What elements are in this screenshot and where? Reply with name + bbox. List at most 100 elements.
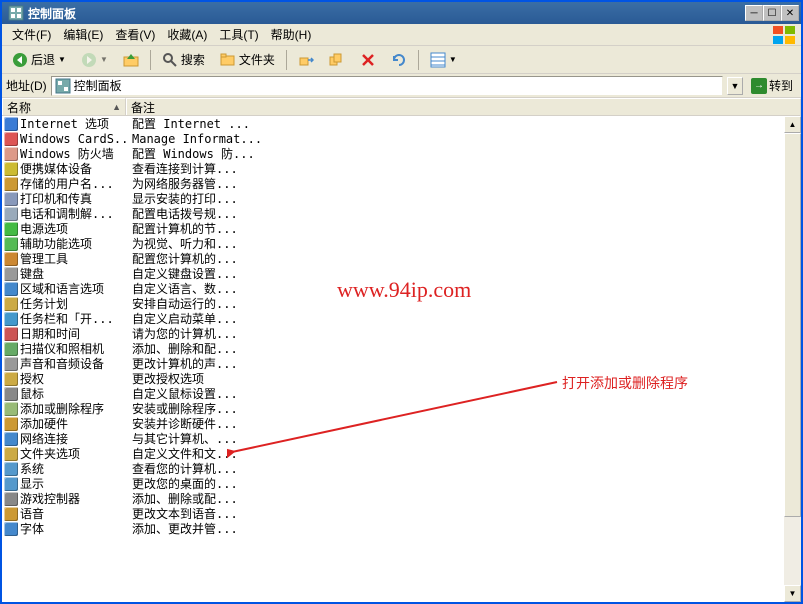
item-icon [2,507,20,521]
list-item[interactable]: 添加硬件安装并诊断硬件... [2,416,784,431]
list-item[interactable]: 显示更改您的桌面的... [2,476,784,491]
control-panel-icon [8,5,24,21]
undo-icon [391,52,407,68]
folders-button[interactable]: 文件夹 [214,49,281,71]
undo-button[interactable] [385,49,413,71]
toolbar-separator [418,50,419,70]
list-item[interactable]: 文件夹选项自定义文件和文... [2,446,784,461]
toolbar-separator [150,50,151,70]
menu-edit[interactable]: 编辑(E) [57,24,109,45]
item-icon [2,207,20,221]
forward-button[interactable]: ▼ [75,49,114,71]
window-buttons: ─ ☐ ✕ [745,5,799,21]
list-item[interactable]: 任务栏和「开...自定义启动菜单... [2,311,784,326]
list-item[interactable]: 任务计划安排自动运行的... [2,296,784,311]
list-item[interactable]: 日期和时间请为您的计算机... [2,326,784,341]
list-item[interactable]: 电话和调制解...配置电话拨号规... [2,206,784,221]
list-item[interactable]: 存储的用户名...为网络服务器管... [2,176,784,191]
delete-button[interactable] [354,49,382,71]
list-item[interactable]: 授权更改授权选项 [2,371,784,386]
scroll-up-button[interactable]: ▲ [784,116,801,133]
list-item[interactable]: 区域和语言选项自定义语言、数... [2,281,784,296]
move-button[interactable] [292,49,320,71]
control-panel-window: 控制面板 ─ ☐ ✕ 文件(F) 编辑(E) 查看(V) 收藏(A) 工具(T)… [0,0,803,604]
address-input[interactable]: 控制面板 [51,76,723,96]
item-icon [2,522,20,536]
item-desc: Manage Informat... [126,132,784,146]
back-icon [12,52,28,68]
copy-button[interactable] [323,49,351,71]
list-item[interactable]: Internet 选项配置 Internet ... [2,116,784,131]
scroll-thumb[interactable] [784,133,801,517]
delete-icon [360,52,376,68]
address-label: 地址(D) [6,77,47,94]
views-icon [430,52,446,68]
minimize-button[interactable]: ─ [745,5,763,21]
chevron-down-icon: ▼ [100,55,108,64]
maximize-button[interactable]: ☐ [763,5,781,21]
list-item[interactable]: 管理工具配置您计算机的... [2,251,784,266]
list-item[interactable]: 游戏控制器添加、删除或配... [2,491,784,506]
list-item[interactable]: 网络连接与其它计算机、... [2,431,784,446]
menu-tools[interactable]: 工具(T) [213,24,264,45]
list-item[interactable]: 鼠标自定义鼠标设置... [2,386,784,401]
item-icon [2,132,20,146]
forward-icon [81,52,97,68]
item-icon [2,402,20,416]
menu-file[interactable]: 文件(F) [6,24,57,45]
list-item[interactable]: 声音和音频设备更改计算机的声... [2,356,784,371]
up-button[interactable] [117,49,145,71]
up-folder-icon [123,52,139,68]
go-button[interactable]: → 转到 [747,76,797,96]
scroll-track[interactable] [784,133,801,585]
back-label: 后退 [31,51,55,68]
folders-label: 文件夹 [239,51,275,68]
vertical-scrollbar[interactable]: ▲ ▼ [784,116,801,602]
item-icon [2,117,20,131]
item-icon [2,147,20,161]
list-item[interactable]: 键盘自定义键盘设置... [2,266,784,281]
window-title: 控制面板 [28,5,745,22]
scroll-down-button[interactable]: ▼ [784,585,801,602]
list-item[interactable]: Windows CardS...Manage Informat... [2,131,784,146]
chevron-down-icon: ▼ [449,55,457,64]
toolbar: 后退 ▼ ▼ 搜索 文件夹 ▼ [2,46,801,74]
menu-favorites[interactable]: 收藏(A) [161,24,213,45]
list-item[interactable]: 语音更改文本到语音... [2,506,784,521]
item-desc: 配置 Internet ... [126,116,784,132]
column-name-label: 名称 [7,99,31,116]
list-item[interactable]: 电源选项配置计算机的节... [2,221,784,236]
item-icon [2,342,20,356]
sort-asc-icon: ▲ [112,102,121,112]
menu-view[interactable]: 查看(V) [109,24,161,45]
addressbar: 地址(D) 控制面板 ▼ → 转到 [2,74,801,98]
item-desc: 添加、更改并管... [126,520,784,537]
go-label: 转到 [769,77,793,94]
views-button[interactable]: ▼ [424,49,463,71]
search-button[interactable]: 搜索 [156,49,211,71]
list-item[interactable]: 字体添加、更改并管... [2,521,784,536]
list-item[interactable]: Windows 防火墙配置 Windows 防... [2,146,784,161]
close-button[interactable]: ✕ [781,5,799,21]
column-header-desc[interactable]: 备注 [126,98,801,115]
item-icon [2,162,20,176]
column-desc-label: 备注 [131,99,155,116]
column-header-name[interactable]: 名称 ▲ [2,98,126,115]
address-dropdown[interactable]: ▼ [727,77,743,95]
menu-help[interactable]: 帮助(H) [265,24,318,45]
list-item[interactable]: 辅助功能选项为视觉、听力和... [2,236,784,251]
item-name: 字体 [20,520,126,537]
search-icon [162,52,178,68]
control-panel-icon [55,78,71,94]
list-item[interactable]: 添加或删除程序安装或删除程序... [2,401,784,416]
item-icon [2,237,20,251]
list-item[interactable]: 系统查看您的计算机... [2,461,784,476]
item-icon [2,282,20,296]
column-headers: 名称 ▲ 备注 [2,98,801,116]
titlebar[interactable]: 控制面板 ─ ☐ ✕ [2,2,801,24]
list-item[interactable]: 打印机和传真显示安装的打印... [2,191,784,206]
back-button[interactable]: 后退 ▼ [6,49,72,71]
item-icon [2,297,20,311]
list-item[interactable]: 便携媒体设备查看连接到计算... [2,161,784,176]
list-item[interactable]: 扫描仪和照相机添加、删除和配... [2,341,784,356]
